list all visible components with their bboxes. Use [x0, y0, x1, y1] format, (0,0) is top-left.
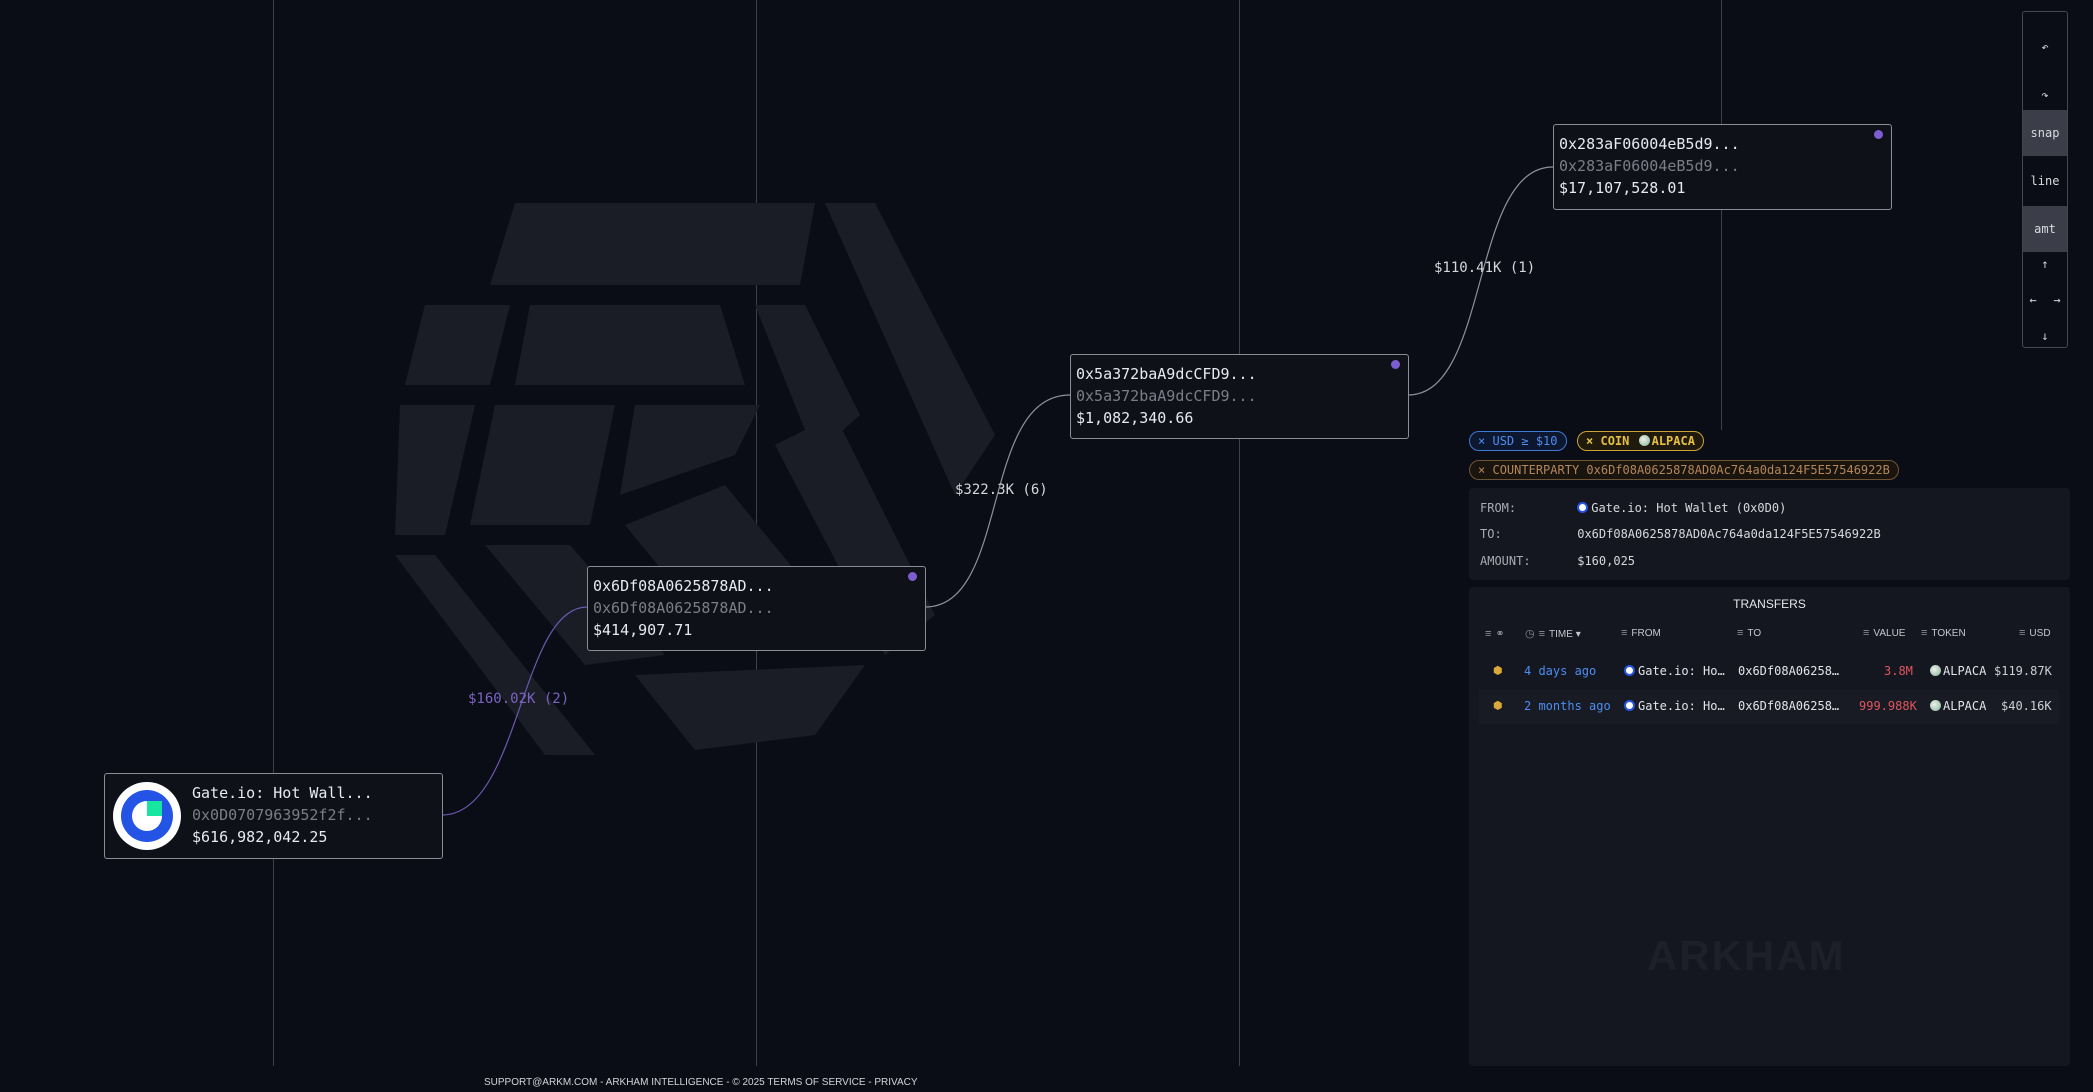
column-filter-chain[interactable]: ≡ ⚭: [1485, 627, 1509, 640]
filter-icon: ≡: [1921, 627, 1928, 639]
amount-value: $160,025: [1577, 554, 1636, 568]
graph-toolbar: ↶ ↷ snap line amt ↑ ← → ↓: [2022, 11, 2068, 348]
node-name: 0x283aF06004eB5d9...: [1559, 135, 1740, 153]
gate-io-icon: [1577, 502, 1589, 513]
arkham-watermark: ARKHAM: [1647, 932, 1846, 979]
chevron-down-icon: ▾: [1575, 629, 1581, 640]
table-row[interactable]: ⬢ 4 days ago Gate.io: Ho… 0x6Df08A06258……: [1479, 655, 2059, 689]
transfer-value: 3.8M: [1884, 664, 1913, 678]
transfer-to[interactable]: 0x6Df08A06258…: [1738, 699, 1839, 713]
amount-label: AMOUNT:: [1480, 554, 1531, 568]
node-balance: $616,982,042.25: [192, 828, 328, 846]
node-balance: $17,107,528.01: [1559, 179, 1686, 197]
column-header-time[interactable]: ◷ ≡ TIME ▾: [1525, 627, 1581, 640]
pan-right-icon[interactable]: →: [2049, 293, 2065, 307]
node-status-dot: [1874, 130, 1883, 139]
from-value[interactable]: Gate.io: Hot Wallet (0x0D0): [1591, 501, 1786, 515]
filter-chip-counterparty[interactable]: × COUNTERPARTY 0x6Df08A0625878AD0Ac764a0…: [1469, 460, 1899, 480]
filter-chip-value: ALPACA: [1651, 434, 1695, 448]
edge-n2-to-n3: [1407, 166, 1554, 396]
to-label: TO:: [1480, 527, 1502, 541]
link-icon: ⚭: [1495, 628, 1505, 640]
undo-icon[interactable]: ↶: [2023, 24, 2067, 70]
node-address: 0x0D0707963952f2f...: [192, 806, 373, 824]
pan-up-icon[interactable]: ↑: [2037, 257, 2053, 271]
column-header-from[interactable]: ≡ FROM: [1621, 627, 1661, 639]
node-balance: $414,907.71: [593, 621, 693, 639]
column-header-token[interactable]: ≡ TOKEN: [1921, 627, 1966, 639]
snap-toggle[interactable]: snap: [2023, 110, 2067, 156]
amount-toggle[interactable]: amt: [2023, 206, 2067, 252]
graph-node-0x283af[interactable]: 0x283aF06004eB5d9... 0x283aF06004eB5d9..…: [1553, 124, 1892, 210]
filter-chip-label: COIN: [1600, 434, 1630, 448]
filter-chip-coin[interactable]: × COIN ALPACA: [1577, 431, 1704, 451]
node-status-dot: [908, 572, 917, 581]
graph-node-0x6df08[interactable]: 0x6Df08A0625878AD... 0x6Df08A0625878AD..…: [587, 566, 926, 651]
gate-io-logo: [113, 782, 181, 850]
edge-label[interactable]: $110.41K (1): [1434, 260, 1535, 276]
transfer-usd: $40.16K: [2001, 699, 2052, 713]
node-address: 0x5a372baA9dcCFD9...: [1076, 387, 1257, 405]
alpaca-token-icon: [1930, 700, 1941, 711]
filter-icon: ≡: [1538, 628, 1546, 640]
filter-icon: ≡: [2019, 627, 2026, 639]
edge-label[interactable]: $160.02K (2): [468, 691, 569, 707]
transfer-from[interactable]: Gate.io: Ho…: [1638, 699, 1725, 713]
node-name: 0x6Df08A0625878AD...: [593, 577, 774, 595]
footer-links[interactable]: SUPPORT@ARKM.COM - ARKHAM INTELLIGENCE -…: [484, 1077, 918, 1088]
transfer-usd: $119.87K: [1994, 664, 2052, 678]
bnb-chain-icon: ⬢: [1493, 699, 1503, 712]
close-icon[interactable]: ×: [1586, 434, 1593, 448]
filter-chip-label: USD ≥ $10: [1492, 434, 1558, 448]
node-name: Gate.io: Hot Wall...: [192, 784, 373, 802]
filter-chip-label: COUNTERPARTY 0x6Df08A0625878AD0Ac764a0da…: [1492, 463, 1890, 477]
filter-chip-usd[interactable]: × USD ≥ $10: [1469, 431, 1567, 451]
node-status-dot: [1391, 360, 1400, 369]
transfer-to[interactable]: 0x6Df08A06258…: [1738, 664, 1839, 678]
pan-down-icon[interactable]: ↓: [2037, 329, 2053, 343]
to-value[interactable]: 0x6Df08A0625878AD0Ac764a0da124F5E5754692…: [1577, 527, 1880, 541]
close-icon[interactable]: ×: [1478, 463, 1485, 477]
filter-icon: ≡: [1485, 628, 1492, 640]
line-toggle[interactable]: line: [2023, 158, 2067, 204]
bnb-chain-icon: ⬢: [1493, 664, 1503, 677]
transfer-from[interactable]: Gate.io: Ho…: [1638, 664, 1725, 678]
node-address: 0x283aF06004eB5d9...: [1559, 157, 1740, 175]
graph-node-gate-io[interactable]: Gate.io: Hot Wall... 0x0D0707963952f2f..…: [104, 773, 443, 859]
transfers-panel: TRANSFERS ≡ ⚭ ◷ ≡ TIME ▾ ≡ FROM ≡ TO ≡ VALUE ≡…: [1469, 587, 2070, 1066]
filter-icon: ≡: [1737, 627, 1744, 639]
clock-icon: ◷: [1525, 628, 1535, 640]
transfers-title: TRANSFERS: [1733, 597, 1806, 611]
node-balance: $1,082,340.66: [1076, 409, 1194, 427]
graph-node-0x5a372[interactable]: 0x5a372baA9dcCFD9... 0x5a372baA9dcCFD9..…: [1070, 354, 1409, 439]
node-name: 0x5a372baA9dcCFD9...: [1076, 365, 1257, 383]
close-icon[interactable]: ×: [1478, 434, 1485, 448]
gate-io-icon: [1624, 700, 1635, 711]
column-header-usd[interactable]: ≡ USD: [2019, 627, 2051, 639]
edge-gate-to-n1: [441, 606, 588, 816]
node-address: 0x6Df08A0625878AD...: [593, 599, 774, 617]
transfer-time[interactable]: 2 months ago: [1524, 699, 1611, 713]
transfer-token: ALPACA: [1943, 664, 1987, 678]
graph-canvas[interactable]: $160.02K (2) $322.3K (6) $110.41K (1) Ga…: [0, 0, 2093, 1092]
filter-icon: ≡: [1621, 627, 1628, 639]
transfer-time[interactable]: 4 days ago: [1524, 664, 1596, 678]
gate-io-icon: [1624, 665, 1635, 676]
filter-icon: ≡: [1863, 627, 1870, 639]
transfer-token: ALPACA: [1943, 699, 1987, 713]
column-header-to[interactable]: ≡ TO: [1737, 627, 1761, 639]
pan-left-icon[interactable]: ←: [2025, 293, 2041, 307]
edge-info-panel: FROM: Gate.io: Hot Wallet (0x0D0) TO: 0x…: [1469, 488, 2070, 580]
transfer-value: 999.988K: [1859, 699, 1917, 713]
column-header-value[interactable]: ≡ VALUE: [1863, 627, 1905, 639]
alpaca-token-icon: [1638, 435, 1650, 446]
edge-label[interactable]: $322.3K (6): [955, 482, 1048, 498]
from-label: FROM:: [1480, 501, 1517, 515]
table-row[interactable]: ⬢ 2 months ago Gate.io: Ho… 0x6Df08A0625…: [1479, 690, 2059, 724]
alpaca-token-icon: [1930, 665, 1941, 676]
edge-n1-to-n2: [924, 394, 1071, 608]
